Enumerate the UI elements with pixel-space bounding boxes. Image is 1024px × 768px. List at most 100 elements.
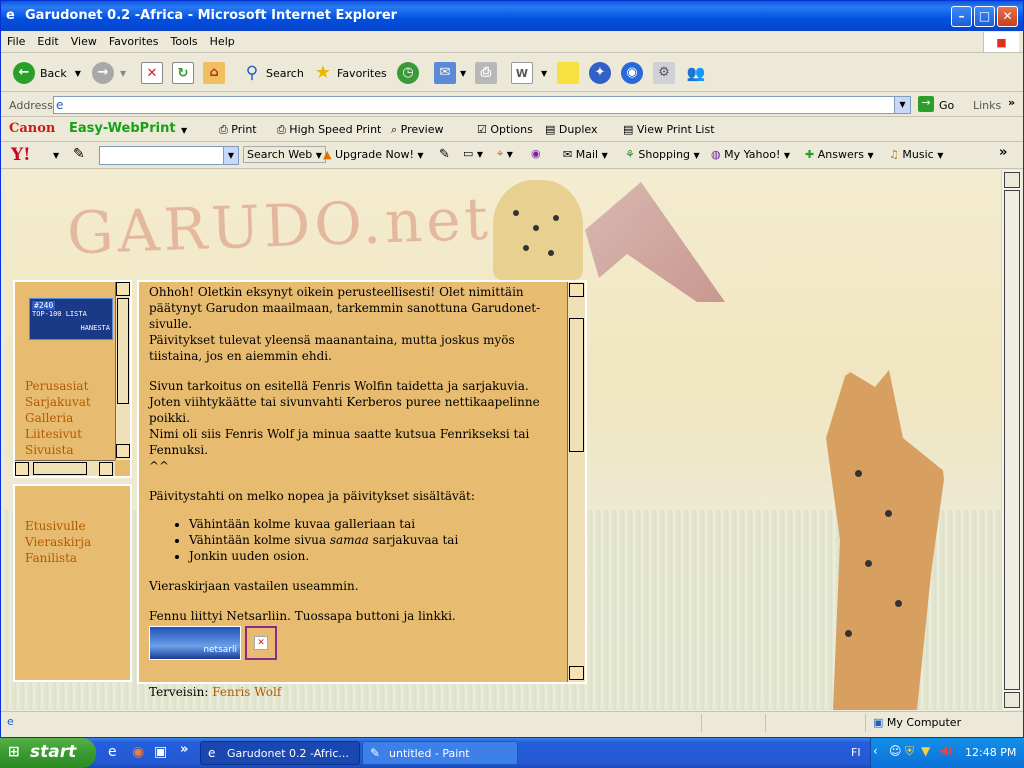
author-link[interactable]: Fenris Wolf xyxy=(212,685,281,699)
nav-link-etusivulle[interactable]: Etusivulle xyxy=(25,518,91,534)
print-button[interactable]: ⎙ xyxy=(475,60,497,86)
app-quicklaunch-icon[interactable]: ▣ xyxy=(154,744,167,760)
rate-text: Päivitystahti on melko nopea ja päivityk… xyxy=(149,489,475,503)
menu-favorites[interactable]: Favorites xyxy=(103,31,165,48)
broken-image-icon[interactable]: ✕ xyxy=(245,626,277,660)
nav-link-sivuista[interactable]: Sivuista xyxy=(25,442,91,458)
window-icon[interactable]: ▭ ▼ xyxy=(463,147,483,160)
refresh-icon: ↻ xyxy=(172,62,194,84)
sound-icon[interactable]: ◀) xyxy=(939,744,953,757)
edit-button[interactable]: W ▼ xyxy=(511,60,547,86)
yahoo-logo-icon[interactable]: Y! xyxy=(11,145,31,165)
mail-button[interactable]: ✉ ▼ xyxy=(434,60,466,86)
nav-list-bottom: Etusivulle Vieraskirja Fanilista xyxy=(25,518,91,566)
ie-quicklaunch-icon[interactable]: e xyxy=(108,744,117,760)
tools-button[interactable]: ⚙ xyxy=(653,60,675,86)
options-item[interactable]: ☑ Options xyxy=(477,123,533,136)
view-print-list-item[interactable]: ▤ View Print List xyxy=(623,123,715,136)
music-menu[interactable]: ♫ Music ▼ xyxy=(889,148,943,161)
taskbar-item-ie[interactable]: e Garudonet 0.2 -Afric... xyxy=(200,741,360,765)
nav-link-sarjakuvat[interactable]: Sarjakuvat xyxy=(25,394,91,410)
my-yahoo-menu[interactable]: ◍ My Yahoo! ▼ xyxy=(711,148,790,161)
highlight-icon[interactable]: ✎ xyxy=(439,147,450,162)
research-button[interactable]: ◉ xyxy=(621,60,643,86)
shopping-menu[interactable]: ⚘ Shopping ▼ xyxy=(625,148,700,161)
scroll-thumb[interactable] xyxy=(117,298,129,404)
menu-edit[interactable]: Edit xyxy=(31,31,64,48)
yahoo-search-input[interactable]: ▼ xyxy=(99,146,239,165)
nav-link-liitesivut[interactable]: Liitesivut xyxy=(25,426,91,442)
page-vscroll[interactable] xyxy=(1001,170,1021,710)
scroll-down-button[interactable] xyxy=(1004,692,1020,708)
nav-frame-hscroll[interactable] xyxy=(15,460,115,476)
address-dropdown-icon[interactable]: ▼ xyxy=(894,97,910,113)
menu-view[interactable]: View xyxy=(65,31,103,48)
favorites-button[interactable]: ★ Favorites xyxy=(312,60,387,86)
minimize-button[interactable]: – xyxy=(951,6,972,27)
mail-menu[interactable]: ✉ Mail ▼ xyxy=(563,148,608,161)
button-row: netsarli ✕ xyxy=(149,626,561,664)
menu-tools[interactable]: Tools xyxy=(165,31,204,48)
taskbar-item-paint[interactable]: ✎ untitled - Paint xyxy=(362,741,518,765)
firefox-quicklaunch-icon[interactable]: ◉ xyxy=(132,744,144,760)
stop-button[interactable]: ✕ xyxy=(141,60,163,86)
preview-item[interactable]: ⌕ Preview xyxy=(391,123,444,137)
pencil-icon[interactable]: ✎ xyxy=(73,146,85,162)
scroll-up-button[interactable] xyxy=(1004,172,1020,188)
netsarli-banner[interactable]: netsarli xyxy=(149,626,241,660)
maximize-button[interactable]: □ xyxy=(974,6,995,27)
close-button[interactable]: ✕ xyxy=(997,6,1018,27)
history-button[interactable]: ◷ xyxy=(397,60,419,86)
links-label[interactable]: Links xyxy=(973,99,1001,112)
tray-arrow-icon[interactable]: ‹ xyxy=(873,744,878,758)
chevron-right-icon[interactable]: » xyxy=(999,145,1007,160)
scroll-thumb[interactable] xyxy=(569,318,584,452)
refresh-button[interactable]: ↻ xyxy=(172,60,194,86)
address-input[interactable]: e ▼ xyxy=(53,96,911,114)
messenger-button[interactable]: ✦ xyxy=(589,60,611,86)
forward-button[interactable]: → ▼ xyxy=(92,60,126,86)
menu-help[interactable]: Help xyxy=(204,31,241,48)
nav-link-galleria[interactable]: Galleria xyxy=(25,410,91,426)
home-button[interactable]: ⌂ xyxy=(203,60,225,86)
language-indicator[interactable]: FI xyxy=(851,746,861,759)
nav-link-perusasiat[interactable]: Perusasiat xyxy=(25,378,91,394)
chevron-down-icon[interactable]: ▼ xyxy=(53,151,59,160)
title-bar[interactable]: e Garudonet 0.2 -Africa - Microsoft Inte… xyxy=(1,1,1023,31)
easy-webprint-menu[interactable]: Easy-WebPrint xyxy=(69,121,176,136)
scroll-thumb[interactable] xyxy=(1004,190,1020,690)
chevron-right-icon[interactable]: » xyxy=(180,742,188,757)
contacts-button[interactable]: 👥 xyxy=(685,60,707,86)
headphones-icon[interactable]: ◉ xyxy=(531,147,541,160)
duplex-item[interactable]: ▤ Duplex xyxy=(545,123,597,136)
search-web-button[interactable]: Search Web ▼ xyxy=(243,146,326,163)
leopard-illustration xyxy=(493,180,583,280)
security-zone[interactable]: ▣ My Computer xyxy=(873,716,961,729)
answers-menu[interactable]: ✚ Answers ▼ xyxy=(805,148,874,161)
scroll-thumb[interactable] xyxy=(33,462,87,475)
start-button[interactable]: ⊞ start xyxy=(0,738,96,768)
chevron-down-icon[interactable]: ▼ xyxy=(223,147,238,164)
nav-link-vieraskirja[interactable]: Vieraskirja xyxy=(25,534,91,550)
menu-file[interactable]: File xyxy=(1,31,31,48)
top-list-banner[interactable]: #240 TOP-100 LISTA HANESTA xyxy=(29,298,113,340)
system-tray: FI ‹ ☺ ⛨ ▼ ◀) 12:48 PM xyxy=(851,738,1024,768)
print-menu-item[interactable]: ⎙ Print xyxy=(219,123,257,137)
main-frame-vscroll[interactable] xyxy=(567,282,585,682)
user-icon[interactable]: ☺ xyxy=(889,744,902,758)
antivirus-icon[interactable]: ▼ xyxy=(921,744,930,758)
chevron-right-icon[interactable]: » xyxy=(1008,96,1015,109)
go-arrow-icon[interactable]: → xyxy=(918,96,934,112)
go-button[interactable]: Go xyxy=(939,99,954,112)
chevron-down-icon[interactable]: ▼ xyxy=(181,126,187,135)
search-button[interactable]: ⚲ Search xyxy=(241,60,304,86)
nav-link-fanilista[interactable]: Fanilista xyxy=(25,550,91,566)
notes-button[interactable] xyxy=(557,60,579,86)
nav-frame-vscroll[interactable] xyxy=(115,282,130,460)
back-button[interactable]: ← Back ▼ xyxy=(13,60,81,86)
high-speed-print-item[interactable]: ⎙ High Speed Print xyxy=(277,123,381,137)
crosshair-icon[interactable]: ⌖ ▼ xyxy=(497,147,513,161)
list-item: Vähintään kolme sivua samaa sarjakuvaa t… xyxy=(189,532,561,548)
shield-icon[interactable]: ⛨ xyxy=(905,744,914,759)
upgrade-button[interactable]: ▲ Upgrade Now! ▼ xyxy=(323,148,424,161)
